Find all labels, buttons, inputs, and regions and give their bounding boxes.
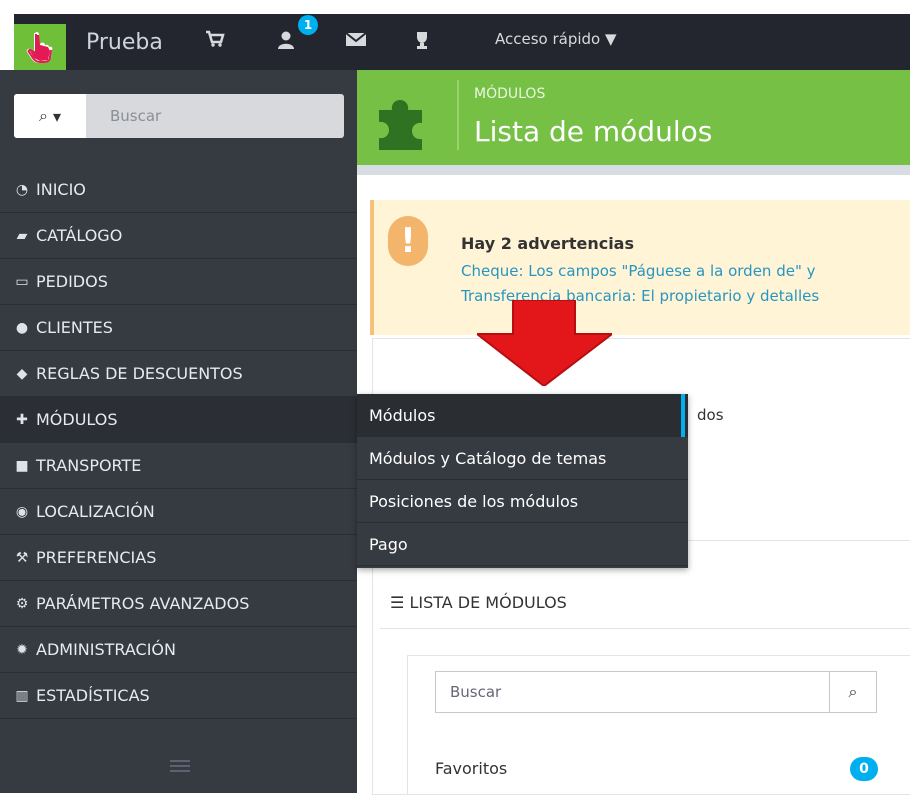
sidebar-item-modulos[interactable]: ✚ MÓDULOS <box>0 397 357 443</box>
sidebar-item-label: TRANSPORTE <box>36 455 142 475</box>
panel-text-fragment: dos <box>697 406 724 424</box>
search-icon[interactable]: ⌕ <box>829 672 876 712</box>
sidebar-item-label: PARÁMETROS AVANZADOS <box>36 593 250 613</box>
module-list-heading: ☰ LISTA DE MÓDULOS <box>390 590 567 616</box>
sidebar-item-label: PEDIDOS <box>36 271 108 291</box>
app-title[interactable]: Prueba <box>86 24 163 62</box>
header-divider <box>457 80 459 150</box>
gear-icon: ✹ <box>16 641 28 658</box>
users-icon: ● <box>15 319 29 336</box>
quick-access-label: Acceso rápido <box>495 30 601 48</box>
sidebar-item-label: CATÁLOGO <box>36 225 123 245</box>
sidebar-item-preferencias[interactable]: ⚒ PREFERENCIAS <box>0 535 357 581</box>
submenu-item-modulos-y-catalogo[interactable]: Módulos y Catálogo de temas <box>357 437 688 480</box>
sidebar-item-pedidos[interactable]: ▭ PEDIDOS <box>0 259 357 305</box>
favorites-filter[interactable]: Favoritos <box>435 757 507 781</box>
puzzle-icon: ✚ <box>16 411 28 428</box>
envelope-icon[interactable] <box>345 30 367 53</box>
search-dropdown-button[interactable]: ⌕ ▾ <box>14 94 86 138</box>
bar-chart-icon: ▥ <box>15 687 29 704</box>
globe-icon: ◉ <box>15 503 29 520</box>
notification-badge: 1 <box>298 15 318 35</box>
sidebar-item-label: MÓDULOS <box>36 409 118 429</box>
sidebar-item-estadisticas[interactable]: ▥ ESTADÍSTICAS <box>0 673 357 719</box>
sidebar-item-transporte[interactable]: ■ TRANSPORTE <box>0 443 357 489</box>
puzzle-icon <box>377 92 437 152</box>
submenu-item-posiciones[interactable]: Posiciones de los módulos <box>357 480 688 523</box>
modules-submenu: Módulos Módulos y Catálogo de temas Posi… <box>357 394 688 568</box>
breadcrumb[interactable]: MÓDULOS <box>474 85 545 103</box>
hand-cursor-icon[interactable] <box>14 24 66 70</box>
sidebar-item-label: LOCALIZACIÓN <box>36 501 155 521</box>
caret-down-icon: ▾ <box>53 106 62 126</box>
page-header: MÓDULOS Lista de módulos <box>357 70 910 165</box>
sidebar-item-label: CLIENTES <box>36 317 113 337</box>
user-icon[interactable] <box>276 30 296 55</box>
module-search-box: Buscar ⌕ <box>435 671 877 713</box>
submenu-active-indicator <box>681 394 685 437</box>
exclamation-icon: ! <box>388 216 428 266</box>
sidebar-nav: ◔ INICIO ▰ CATÁLOGO ▭ PEDIDOS ● CLIENTES ◆ RE… <box>0 167 357 719</box>
sidebar-item-administracion[interactable]: ✹ ADMINISTRACIÓN <box>0 627 357 673</box>
sidebar-item-clientes[interactable]: ● CLIENTES <box>0 305 357 351</box>
search-icon: ⌕ <box>38 106 48 125</box>
page-title: Lista de módulos <box>474 115 713 148</box>
credit-card-icon: ▭ <box>15 273 29 290</box>
dashboard-icon: ◔ <box>15 181 29 198</box>
header-separator <box>357 165 910 175</box>
search-input[interactable]: Buscar <box>110 94 161 138</box>
submenu-item-pago[interactable]: Pago <box>357 523 688 566</box>
sidebar-collapse-handle[interactable] <box>170 760 190 774</box>
cogs-icon: ⚙ <box>15 595 29 612</box>
sidebar-search: ⌕ ▾ Buscar <box>14 94 344 138</box>
sidebar-item-parametros-avanzados[interactable]: ⚙ PARÁMETROS AVANZADOS <box>0 581 357 627</box>
trophy-icon[interactable] <box>413 30 431 55</box>
sidebar-item-label: REGLAS DE DESCUENTOS <box>36 363 243 383</box>
list-icon: ☰ <box>390 593 405 612</box>
truck-icon: ■ <box>15 457 29 474</box>
sidebar-item-reglas-de-descuentos[interactable]: ◆ REGLAS DE DESCUENTOS <box>0 351 357 397</box>
wrench-icon: ⚒ <box>15 549 29 566</box>
warning-alert: ! Hay 2 advertencias Cheque: Los campos … <box>370 200 910 335</box>
cart-icon[interactable] <box>205 30 225 53</box>
alert-title: Hay 2 advertencias <box>461 234 634 253</box>
section-divider <box>380 628 910 629</box>
sidebar-item-label: ESTADÍSTICAS <box>36 685 150 705</box>
caret-down-icon: ▼ <box>605 30 617 48</box>
book-icon: ▰ <box>16 227 28 244</box>
module-list-title: LISTA DE MÓDULOS <box>409 593 567 612</box>
red-arrow-annotation <box>477 300 612 386</box>
module-search-input[interactable]: Buscar <box>450 672 501 712</box>
quick-access-menu[interactable]: Acceso rápido ▼ <box>495 27 617 51</box>
sidebar-item-label: ADMINISTRACIÓN <box>36 639 176 659</box>
sidebar-item-label: PREFERENCIAS <box>36 547 157 567</box>
sidebar: ⌕ ▾ Buscar ◔ INICIO ▰ CATÁLOGO ▭ PEDIDOS ● C… <box>0 70 357 793</box>
alert-link-cheque[interactable]: Cheque: Los campos "Páguese a la orden d… <box>461 261 816 281</box>
tags-icon: ◆ <box>16 365 28 382</box>
sidebar-item-label: INICIO <box>36 179 86 199</box>
sidebar-item-inicio[interactable]: ◔ INICIO <box>0 167 357 213</box>
sidebar-item-localizacion[interactable]: ◉ LOCALIZACIÓN <box>0 489 357 535</box>
submenu-item-modulos[interactable]: Módulos <box>357 394 688 437</box>
favorites-count-badge: 0 <box>850 757 878 781</box>
sidebar-item-catalogo[interactable]: ▰ CATÁLOGO <box>0 213 357 259</box>
